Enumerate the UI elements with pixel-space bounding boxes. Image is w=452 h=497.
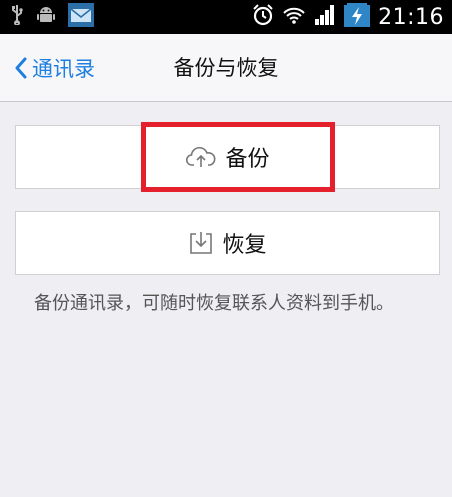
wifi-icon [282, 5, 306, 29]
highlight-box [141, 122, 335, 192]
email-icon [68, 3, 94, 31]
page-title: 备份与恢复 [173, 56, 279, 80]
usb-icon [10, 5, 24, 29]
restore-button[interactable]: 恢复 [15, 211, 440, 275]
status-time: 21:16 [378, 4, 444, 30]
description-text: 备份通讯录，可随时恢复联系人资料到手机。 [34, 293, 394, 314]
status-bar: 21:16 [0, 0, 452, 34]
download-icon [188, 230, 214, 256]
signal-icon [314, 5, 336, 29]
battery-charging-icon [344, 3, 371, 31]
restore-label: 恢复 [222, 233, 267, 258]
alarm-icon [252, 4, 274, 30]
navigation-bar: 通讯录 备份与恢复 [0, 34, 452, 102]
android-debug-icon [36, 5, 56, 29]
